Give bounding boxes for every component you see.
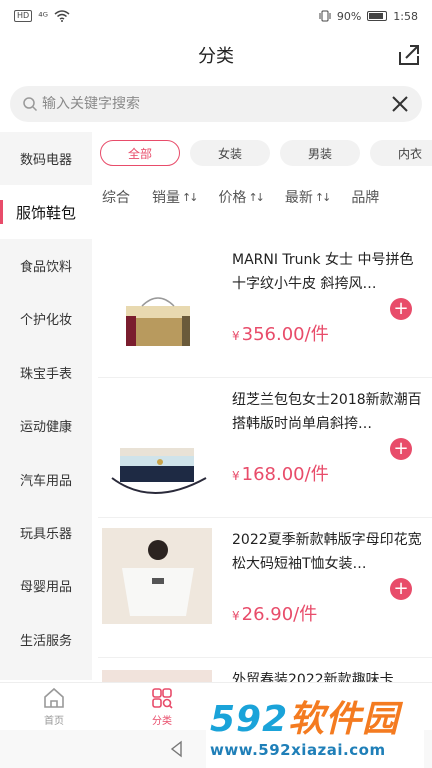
sidebar-item-label: 运动健康: [19, 420, 72, 436]
add-to-cart-button[interactable]: +: [390, 438, 412, 460]
vibrate-icon: [319, 10, 331, 22]
sort-arrows-icon: ↑↓: [182, 190, 199, 204]
product-price: ¥26.90/件: [232, 600, 317, 626]
sort-brand[interactable]: 品牌: [351, 187, 379, 207]
product-image: [111, 448, 207, 494]
sidebar-item-digital[interactable]: 数码电器: [0, 132, 92, 185]
product-title: 纽芝兰包包女士2018新款潮百搭韩版时尚单肩斜挎…: [232, 392, 422, 432]
sidebar-item-label: 母婴用品: [19, 580, 72, 596]
sidebar-item-cosmetics[interactable]: 个护化妆: [0, 292, 92, 345]
product-price: ¥168.00/件: [232, 460, 329, 486]
sort-label: 综合: [102, 190, 130, 206]
sort-price[interactable]: 价格 ↑↓: [218, 187, 265, 207]
sidebar-item-label: 个护化妆: [19, 313, 72, 329]
page-title: 分类: [198, 46, 234, 67]
battery-percent: 90%: [336, 9, 362, 23]
watermark-logo: 592软件园: [210, 699, 424, 741]
product-title: 外贸春装2022新款趣味卡: [232, 672, 394, 682]
sort-label: 品牌: [351, 190, 380, 206]
product-card[interactable]: 2022夏季新款韩版字母印花宽松大码短袖T恤女装… ¥26.90/件 +: [98, 528, 432, 658]
search-input[interactable]: [42, 96, 390, 112]
chip-underwear[interactable]: 内衣: [370, 140, 432, 166]
sidebar-item-food[interactable]: 食品饮料: [0, 239, 92, 292]
sort-bar: 综合 销量 ↑↓ 价格 ↑↓ 最新 ↑↓ 品牌: [100, 182, 432, 212]
tab-home[interactable]: 首页: [0, 683, 108, 730]
status-bar: HD ⁴ᴳ 90% 1:58: [0, 0, 432, 32]
tab-category[interactable]: 分类: [108, 683, 216, 730]
category-sidebar: 数码电器 服饰鞋包 食品饮料 个护化妆 珠宝手表 运动健康 汽车用品 玩具乐器 …: [0, 132, 92, 680]
chip-womens[interactable]: 女装: [190, 140, 270, 166]
product-image: [126, 297, 190, 346]
battery-icon: [367, 11, 388, 21]
chip-mens[interactable]: 男装: [280, 140, 360, 166]
site-watermark: 592软件园 www.592xiazai.com: [206, 690, 424, 768]
clock: 1:58: [393, 9, 418, 23]
price-value: 26.90/件: [241, 604, 318, 625]
sort-sales[interactable]: 销量 ↑↓: [152, 187, 199, 207]
sort-arrows-icon: ↑↓: [248, 190, 265, 204]
watermark-url: www.592xiazai.com: [210, 741, 386, 759]
watermark-text: 软件园: [288, 699, 400, 740]
add-to-cart-button[interactable]: +: [390, 298, 412, 320]
tab-label: 分类: [152, 716, 172, 727]
currency-symbol: ¥: [232, 609, 240, 623]
filter-chips: 全部 女装 男装 内衣: [100, 140, 432, 168]
product-card[interactable]: 外贸春装2022新款趣味卡: [98, 668, 432, 682]
chip-all[interactable]: 全部: [100, 140, 180, 166]
sidebar-item-label: 服饰鞋包: [15, 203, 76, 222]
back-icon[interactable]: [168, 740, 186, 758]
home-icon: [44, 687, 64, 708]
sidebar-item-sports[interactable]: 运动健康: [0, 399, 92, 452]
product-price: ¥356.00/件: [232, 320, 329, 346]
product-title: 2022夏季新款韩版字母印花宽松大码短袖T恤女装…: [232, 532, 422, 572]
sort-label: 价格: [218, 190, 247, 206]
product-image: [102, 670, 212, 682]
sidebar-item-auto[interactable]: 汽车用品: [0, 452, 92, 505]
share-icon[interactable]: [396, 42, 422, 68]
sort-newest[interactable]: 最新 ↑↓: [284, 187, 332, 207]
sidebar-item-toys[interactable]: 玩具乐器: [0, 506, 92, 559]
status-right: 90% 1:58: [319, 10, 418, 23]
sort-arrows-icon: ↑↓: [314, 190, 332, 204]
category-icon: [152, 688, 173, 709]
page-header: 分类: [0, 32, 432, 78]
hd-icon: HD: [14, 10, 33, 22]
search-icon: [23, 97, 38, 112]
product-card[interactable]: 纽芝兰包包女士2018新款潮百搭韩版时尚单肩斜挎… ¥168.00/件 +: [98, 388, 432, 518]
sidebar-item-label: 数码电器: [19, 153, 72, 169]
product-title: MARNI Trunk 女士 中号拼色十字纹小牛皮 斜挎风…: [232, 252, 414, 292]
product-card[interactable]: MARNI Trunk 女士 中号拼色十字纹小牛皮 斜挎风… ¥356.00/件…: [98, 248, 432, 378]
sidebar-item-label: 珠宝手表: [19, 366, 72, 382]
sidebar-item-label: 生活服务: [19, 633, 72, 649]
sort-label: 销量: [152, 190, 180, 206]
sidebar-item-label: 玩具乐器: [19, 526, 72, 542]
price-value: 168.00/件: [241, 464, 329, 485]
sidebar-item-jewelry[interactable]: 珠宝手表: [0, 346, 92, 399]
add-to-cart-button[interactable]: +: [390, 578, 412, 600]
tab-label: 首页: [44, 716, 64, 727]
sort-default[interactable]: 综合: [102, 187, 130, 207]
sidebar-item-apparel[interactable]: 服饰鞋包: [0, 185, 92, 239]
currency-symbol: ¥: [232, 329, 240, 343]
battery-level: [369, 13, 384, 19]
product-image: [102, 528, 212, 624]
currency-symbol: ¥: [232, 469, 240, 483]
status-left: HD ⁴ᴳ: [14, 10, 70, 23]
sidebar-item-services[interactable]: 生活服务: [0, 613, 92, 666]
close-icon[interactable]: [390, 94, 410, 114]
sidebar-item-label: 食品饮料: [19, 259, 72, 275]
wifi-icon: [54, 10, 70, 22]
price-value: 356.00/件: [241, 324, 329, 345]
sort-label: 最新: [284, 190, 313, 206]
search-bar: [10, 86, 422, 122]
network-indicator: ⁴ᴳ: [38, 9, 48, 23]
watermark-number: 592: [210, 699, 289, 740]
sidebar-item-label: 汽车用品: [19, 473, 72, 489]
sidebar-item-baby[interactable]: 母婴用品: [0, 559, 92, 612]
